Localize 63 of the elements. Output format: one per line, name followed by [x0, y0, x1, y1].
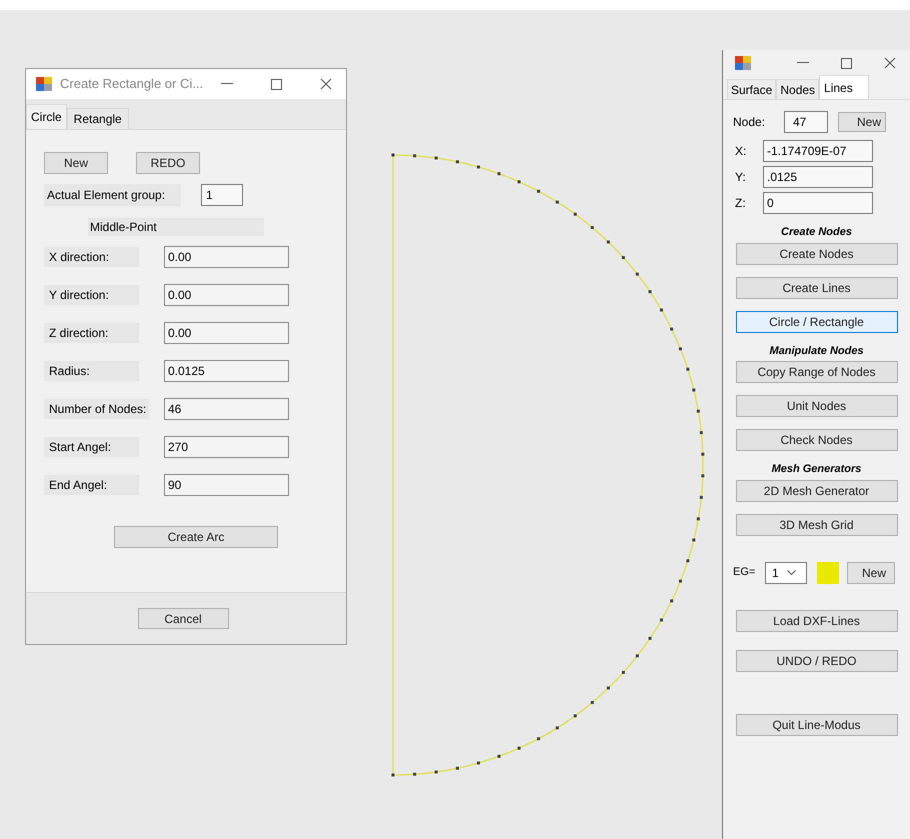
field-label: X direction:: [44, 247, 139, 267]
input-field[interactable]: 46: [164, 398, 289, 420]
tab[interactable]: Nodes: [776, 79, 820, 99]
tab[interactable]: Lines: [819, 75, 870, 99]
field-label: Radius:: [44, 361, 139, 381]
app-icon: [36, 77, 52, 91]
new-button[interactable]: New: [847, 562, 895, 584]
coordinate-label: X:: [734, 143, 748, 160]
input-field[interactable]: -1.174709E-07: [763, 140, 873, 162]
group-heading: Manipulate Nodes: [769, 344, 864, 358]
input-field[interactable]: 270: [164, 436, 289, 458]
field-label: Start Angel:: [44, 437, 139, 457]
input-field[interactable]: 0.00: [164, 246, 289, 268]
minimize-icon[interactable]: [797, 62, 809, 64]
action-button[interactable]: UNDO / REDO: [736, 650, 898, 672]
tab[interactable]: Retangle: [66, 108, 129, 129]
input-field[interactable]: .0125: [763, 166, 873, 188]
group-heading: Mesh Generators: [772, 462, 862, 477]
action-button[interactable]: Create Nodes: [736, 242, 898, 264]
tab[interactable]: Circle: [26, 104, 67, 129]
node-label: Node:: [733, 114, 766, 131]
action-button[interactable]: 2D Mesh Generator: [736, 480, 898, 502]
field-label: Y direction:: [44, 285, 139, 305]
field-label: End Angel:: [44, 475, 139, 495]
action-button[interactable]: Unit Nodes: [736, 395, 898, 417]
group-heading: Create Nodes: [781, 225, 852, 240]
eg-dropdown[interactable]: 1: [765, 562, 807, 584]
maximize-icon[interactable]: [841, 58, 852, 68]
input-field[interactable]: 0.00: [164, 322, 289, 344]
field-label: Actual Element group:: [44, 184, 181, 206]
input-field[interactable]: 0: [763, 192, 873, 214]
field-label: Number of Nodes:: [44, 399, 150, 419]
minimize-icon[interactable]: [221, 83, 233, 85]
input-field[interactable]: 90: [164, 474, 289, 496]
window-title: Create Rectangle or Ci...: [60, 75, 204, 94]
chevron-down-icon: [786, 570, 796, 575]
toolbar-button[interactable]: REDO: [136, 152, 200, 174]
action-button[interactable]: Quit Line-Modus: [736, 714, 898, 736]
action-button[interactable]: 3D Mesh Grid: [736, 514, 898, 536]
create-arc-button[interactable]: Create Arc: [114, 526, 278, 548]
close-icon[interactable]: [320, 78, 332, 90]
close-icon[interactable]: [884, 57, 896, 69]
section-label: Middle-Point: [88, 218, 264, 236]
coordinate-label: Z:: [734, 195, 747, 212]
input-field[interactable]: 0.0125: [164, 360, 289, 382]
eg-label: EG=: [733, 565, 756, 580]
tab[interactable]: Surface: [727, 79, 776, 99]
coordinate-label: Y:: [734, 169, 747, 186]
action-button[interactable]: Copy Range of Nodes: [736, 361, 898, 383]
action-button[interactable]: Circle / Rectangle: [736, 310, 898, 332]
action-button[interactable]: Load DXF-Lines: [736, 610, 898, 632]
input-field[interactable]: 47: [784, 111, 828, 133]
field-label: Z direction:: [44, 323, 139, 343]
cancel-button[interactable]: Cancel: [138, 608, 228, 629]
action-button[interactable]: Check Nodes: [736, 429, 898, 451]
input-field[interactable]: 0.00: [164, 284, 289, 306]
toolbar-button[interactable]: New: [44, 152, 108, 174]
app-icon: [735, 56, 751, 70]
new-button[interactable]: New: [838, 112, 886, 132]
input-field[interactable]: 1: [201, 184, 243, 206]
maximize-icon[interactable]: [271, 78, 282, 90]
color-swatch[interactable]: [817, 562, 839, 584]
action-button[interactable]: Create Lines: [736, 276, 898, 298]
